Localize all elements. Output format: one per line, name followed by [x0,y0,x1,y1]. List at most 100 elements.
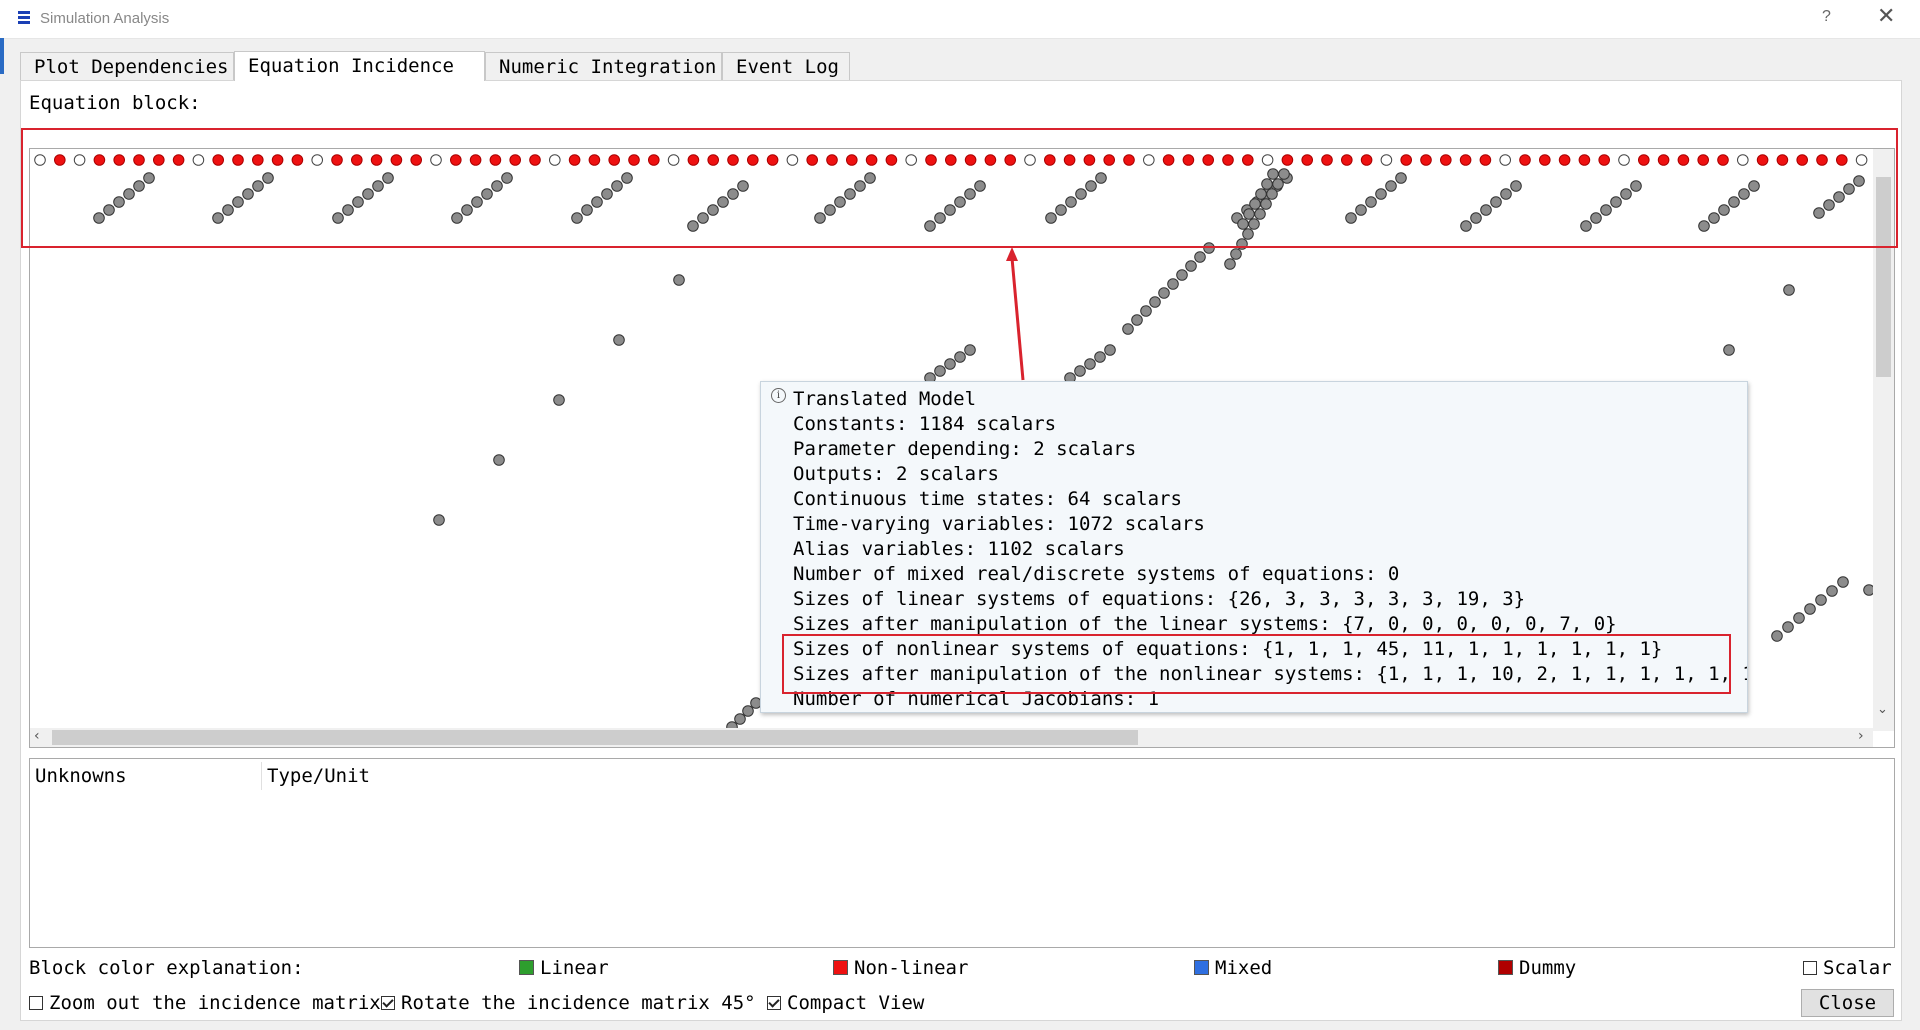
tab-numeric-integration[interactable]: Numeric Integration [485,52,722,80]
scalar-block-dot [192,154,205,166]
zoom-out-label: Zoom out the incidence matrix [49,992,381,1014]
incidence-dot [1490,196,1502,208]
incidence-dot [352,196,364,208]
window-close-icon[interactable]: ✕ [1877,4,1895,29]
info-icon: i [771,388,786,403]
incidence-dot [814,212,826,224]
horizontal-scrollbar[interactable]: ‹ › [30,728,1873,747]
rotate-checkbox[interactable]: Rotate the incidence matrix 45° [381,992,756,1014]
vertical-scroll-thumb[interactable] [1876,177,1891,377]
tab-event-log[interactable]: Event Log [722,52,850,80]
nonlinear-block-dot [1539,154,1551,166]
nonlinear-block-dot [846,154,858,166]
nonlinear-block-dot [727,154,739,166]
legend-mixed-label: Mixed [1215,957,1273,979]
nonlinear-block-dot [1341,154,1353,166]
incidence-dot [613,334,625,346]
zoom-out-checkbox[interactable]: Zoom out the incidence matrix [29,992,381,1014]
incidence-dot [212,212,224,224]
compact-view-checkbox[interactable]: Compact View [767,992,924,1014]
incidence-dot [727,188,739,200]
incidence-dot [1185,260,1197,272]
nonlinear-block-dot [93,154,106,166]
scalar-block-dot [549,154,561,166]
incidence-dot [1266,188,1278,200]
incidence-dot [242,188,254,200]
incidence-dot [944,204,956,216]
incidence-dot [581,204,593,216]
incidence-dot [1843,183,1855,195]
nonlinear-block-dot [1400,154,1412,166]
incidence-dot [1793,612,1805,624]
incidence-dot [1813,207,1825,219]
app-icon [18,11,30,27]
scroll-left-icon[interactable]: ‹ [34,728,40,744]
incidence-dot [571,212,583,224]
nonlinear-block-dot [1044,154,1056,166]
nonlinear-block-dot [964,154,977,166]
incidence-dot [1355,204,1367,216]
incidence-dot [1500,188,1512,200]
incidence-dot [834,196,846,208]
nonlinear-block-dot [1479,154,1492,166]
nonlinear-block-dot [1796,154,1808,166]
incidence-dot [252,180,264,192]
legend-linear: Linear [519,957,609,979]
incidence-dot [1610,196,1622,208]
tooltip-line: Number of numerical Jacobians: 1 [793,688,1160,710]
column-header-type-unit[interactable]: Type/Unit [267,765,370,787]
compact-view-checkbox-box[interactable] [767,996,781,1010]
column-divider[interactable] [261,762,262,790]
incidence-dot [1345,212,1357,224]
rotate-checkbox-box[interactable] [381,996,395,1010]
nonlinear-block-dot [232,154,244,166]
nonlinear-block-dot [568,154,581,166]
tab-plot-dependencies[interactable]: Plot Dependencies [20,52,234,80]
mixed-swatch-icon [1194,960,1209,975]
nonlinear-block-dot [628,154,640,166]
tab-equation-incidence[interactable]: Equation Incidence [234,51,485,81]
zoom-out-checkbox-box[interactable] [29,996,43,1010]
nonlinear-block-dot [766,154,779,166]
tooltip-line: Sizes after manipulation of the nonlinea… [793,663,1748,685]
incidence-dot [433,514,445,526]
scroll-right-icon[interactable]: › [1858,728,1864,744]
nonlinear-block-dot [1459,154,1472,166]
incidence-dot [1065,196,1077,208]
nonlinear-block-dot [1816,154,1828,166]
incidence-dot [673,274,685,286]
window-title: Simulation Analysis [40,10,170,27]
tooltip-line: Constants: 1184 scalars [793,413,1057,435]
tooltip-line: Continuous time states: 64 scalars [793,488,1182,510]
help-button[interactable]: ? [1822,8,1831,26]
nonlinear-block-dot [1222,154,1234,166]
nonlinear-block-dot [529,154,541,166]
incidence-dot [493,454,505,466]
nonlinear-block-dot [1836,154,1848,166]
vertical-scrollbar[interactable]: ⌄ [1873,149,1894,731]
incidence-dot [687,220,699,232]
incidence-dot [1131,314,1143,326]
scroll-down-icon[interactable]: ⌄ [1877,702,1888,717]
incidence-dot [1261,178,1273,190]
close-button[interactable]: Close [1801,989,1894,1017]
incidence-dot [501,172,513,184]
nonlinear-swatch-icon [833,960,848,975]
incidence-dot [1104,344,1116,356]
incidence-dot [1823,199,1835,211]
column-header-unknowns[interactable]: Unknowns [35,765,127,787]
legend-label: Block color explanation: [29,957,304,979]
scalar-checkbox[interactable]: Scalar [1803,957,1892,979]
incidence-dot [1630,180,1642,192]
scalar-checkbox-box[interactable] [1803,961,1817,975]
nonlinear-block-dot [1756,154,1769,166]
incidence-dot [1176,269,1188,281]
scalar-block-dot [1499,154,1511,166]
incidence-dot [1122,323,1134,335]
nonlinear-block-dot [390,154,403,166]
incidence-dot [737,180,749,192]
incidence-dot [1203,242,1215,254]
unknowns-table[interactable]: Unknowns Type/Unit [29,758,1895,948]
incidence-dot [1237,218,1249,230]
horizontal-scroll-thumb[interactable] [52,730,1138,745]
